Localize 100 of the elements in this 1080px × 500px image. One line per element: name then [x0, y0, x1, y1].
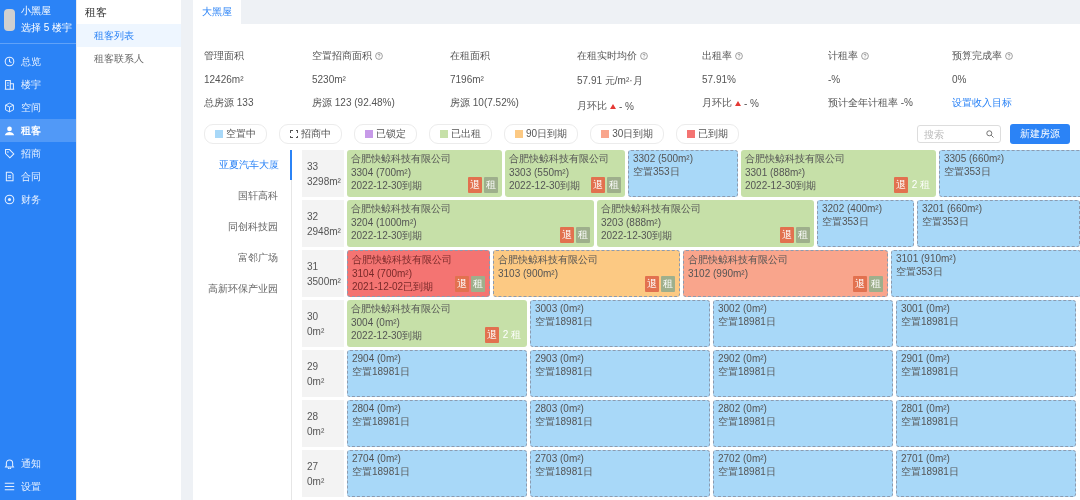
new-room-button[interactable]: 新建房源: [1010, 124, 1070, 144]
room-text: 2903 (0m²): [535, 353, 584, 364]
nav-item[interactable]: 楼宇: [0, 73, 76, 96]
room-card[interactable]: 3001 (0m²) 空置18981日: [896, 300, 1076, 347]
nav-item[interactable]: 总览: [0, 50, 76, 73]
room-text: 空置18981日: [901, 415, 959, 429]
room-card[interactable]: 合肥快鲸科技有限公司 3304 (700m²) 2022-12-30到期 退 租: [347, 150, 502, 197]
room-card[interactable]: 3201 (660m²) 空置353日: [917, 200, 1080, 247]
room-card[interactable]: 2802 (0m²) 空置18981日: [713, 400, 893, 447]
legend-chip[interactable]: 30日到期: [590, 124, 665, 144]
menu-icon: [4, 481, 15, 492]
room-card[interactable]: 合肥快鲸科技有限公司 3203 (888m²) 2022-12-30到期 退 租: [597, 200, 814, 247]
stat-value: 57.91 元/m²·月: [577, 74, 644, 88]
floor-area: 0m²: [307, 475, 344, 487]
help-icon[interactable]: [861, 52, 869, 60]
legend-chip[interactable]: 已出租: [429, 124, 492, 144]
room-text: 空置18981日: [535, 365, 593, 379]
building-item[interactable]: 亚夏汽车大厦: [219, 150, 292, 180]
building-item[interactable]: 国轩高科: [238, 181, 291, 211]
tab[interactable]: 大黑屋: [193, 0, 241, 24]
search-field[interactable]: 搜索: [917, 125, 1001, 143]
nav-item[interactable]: 合同: [0, 165, 76, 188]
room-card[interactable]: 2901 (0m²) 空置18981日: [896, 350, 1076, 397]
document-icon: [4, 171, 15, 182]
room-card[interactable]: 3302 (500m²) 空置353日: [628, 150, 738, 197]
room-card[interactable]: 2801 (0m²) 空置18981日: [896, 400, 1076, 447]
room-text: 3004 (0m²): [351, 317, 400, 328]
stat-value: 57.91%: [702, 74, 737, 85]
room-card[interactable]: 2903 (0m²) 空置18981日: [530, 350, 710, 397]
room-card[interactable]: 合肥快鲸科技有限公司 3004 (0m²) 2022-12-30到期 退 2 租: [347, 300, 527, 347]
nav-item[interactable]: 财务: [0, 188, 76, 211]
room-text: 3204 (1000m²): [351, 217, 417, 228]
building-item[interactable]: 同创科技园: [228, 212, 291, 242]
room-card[interactable]: 3003 (0m²) 空置18981日: [530, 300, 710, 347]
room-text: 合肥快鲸科技有限公司: [351, 202, 451, 216]
room-tag: 租: [661, 276, 675, 292]
room-card[interactable]: 2703 (0m²) 空置18981日: [530, 450, 710, 497]
stat-title: 空置招商面积: [312, 49, 372, 63]
nav-item[interactable]: 设置: [0, 475, 76, 498]
room-card[interactable]: 合肥快鲸科技有限公司 3103 (900m²) 退 租: [493, 250, 680, 297]
room-card[interactable]: 2702 (0m²) 空置18981日: [713, 450, 893, 497]
room-text: 合肥快鲸科技有限公司: [688, 253, 788, 267]
legend-chip[interactable]: 招商中: [279, 124, 342, 144]
floor-area: 0m²: [307, 375, 344, 387]
room-card[interactable]: 2704 (0m²) 空置18981日: [347, 450, 527, 497]
room-card[interactable]: 合肥快鲸科技有限公司 3301 (888m²) 2022-12-30到期 退 2 租: [741, 150, 936, 197]
room-card[interactable]: 合肥快鲸科技有限公司 3303 (550m²) 2022-12-30到期 退 租: [505, 150, 625, 197]
clock-icon: [4, 56, 15, 67]
nav-item[interactable]: 通知: [0, 452, 76, 475]
tag-icon: [4, 148, 15, 159]
room-card[interactable]: 2904 (0m²) 空置18981日: [347, 350, 527, 397]
nav-item[interactable]: 招商: [0, 142, 76, 165]
building-selector[interactable]: 选择 5 楼宇: [20, 21, 72, 35]
nav-item[interactable]: 空间: [0, 96, 76, 119]
stat-detail: 房源 10(7.52%): [450, 96, 520, 110]
legend-chip[interactable]: 空置中: [204, 124, 267, 144]
room-card[interactable]: 3202 (400m²) 空置353日: [817, 200, 914, 247]
room-text: 2802 (0m²): [718, 403, 767, 414]
help-icon[interactable]: [1005, 52, 1013, 60]
room-card[interactable]: 2902 (0m²) 空置18981日: [713, 350, 893, 397]
room-card[interactable]: 合肥快鲸科技有限公司 3104 (700m²) 2021-12-02已到期 退 租: [347, 250, 490, 297]
legend-chip[interactable]: 已锁定: [354, 124, 417, 144]
legend-chip[interactable]: 90日到期: [504, 124, 579, 144]
room-card[interactable]: 合肥快鲸科技有限公司 3204 (1000m²) 2022-12-30到期 退 租: [347, 200, 594, 247]
help-icon[interactable]: [640, 52, 648, 60]
avatar[interactable]: [4, 8, 15, 31]
set-target-link[interactable]: 设置收入目标: [952, 96, 1072, 110]
room-card[interactable]: 2701 (0m²) 空置18981日: [896, 450, 1076, 497]
submenu-item[interactable]: 租客列表: [77, 24, 181, 47]
room-tag: 租: [484, 177, 498, 193]
building-item[interactable]: 高新环保产业园: [208, 274, 291, 304]
help-icon[interactable]: [735, 52, 743, 60]
room-tag: 租: [471, 276, 485, 292]
stat-detail: 总房源 133: [204, 96, 255, 110]
room-card[interactable]: 3101 (910m²) 空置353日: [891, 250, 1080, 297]
nav-item[interactable]: 租客: [0, 119, 76, 142]
room-text: 空置353日: [896, 265, 943, 279]
room-card[interactable]: 3002 (0m²) 空置18981日: [713, 300, 893, 347]
room-text: 空置18981日: [535, 415, 593, 429]
room-text: 合肥快鲸科技有限公司: [352, 253, 452, 267]
room-text: 空置18981日: [718, 465, 776, 479]
room-text: 2804 (0m²): [352, 403, 401, 414]
room-text: 3103 (900m²): [498, 268, 559, 279]
room-text: 空置18981日: [535, 465, 593, 479]
room-card[interactable]: 2804 (0m²) 空置18981日: [347, 400, 527, 447]
building-item[interactable]: 富邻广场: [238, 243, 291, 273]
room-text: 2022-12-30到期: [601, 229, 673, 243]
room-card[interactable]: 合肥快鲸科技有限公司 3102 (990m²) 退 租: [683, 250, 888, 297]
room-text: 3302 (500m²): [633, 153, 694, 164]
room-card[interactable]: 2803 (0m²) 空置18981日: [530, 400, 710, 447]
room-text: 空置18981日: [718, 315, 776, 329]
coin-icon: [4, 194, 15, 205]
submenu-item[interactable]: 租客联系人: [77, 47, 181, 70]
room-text: 合肥快鲸科技有限公司: [498, 253, 598, 267]
legend-chip[interactable]: 已到期: [676, 124, 740, 144]
room-text: 3104 (700m²): [352, 268, 413, 279]
help-icon[interactable]: [375, 52, 383, 60]
room-text: 3102 (990m²): [688, 268, 749, 279]
room-tag: 退: [455, 276, 469, 292]
room-card[interactable]: 3305 (660m²) 空置353日: [939, 150, 1080, 197]
